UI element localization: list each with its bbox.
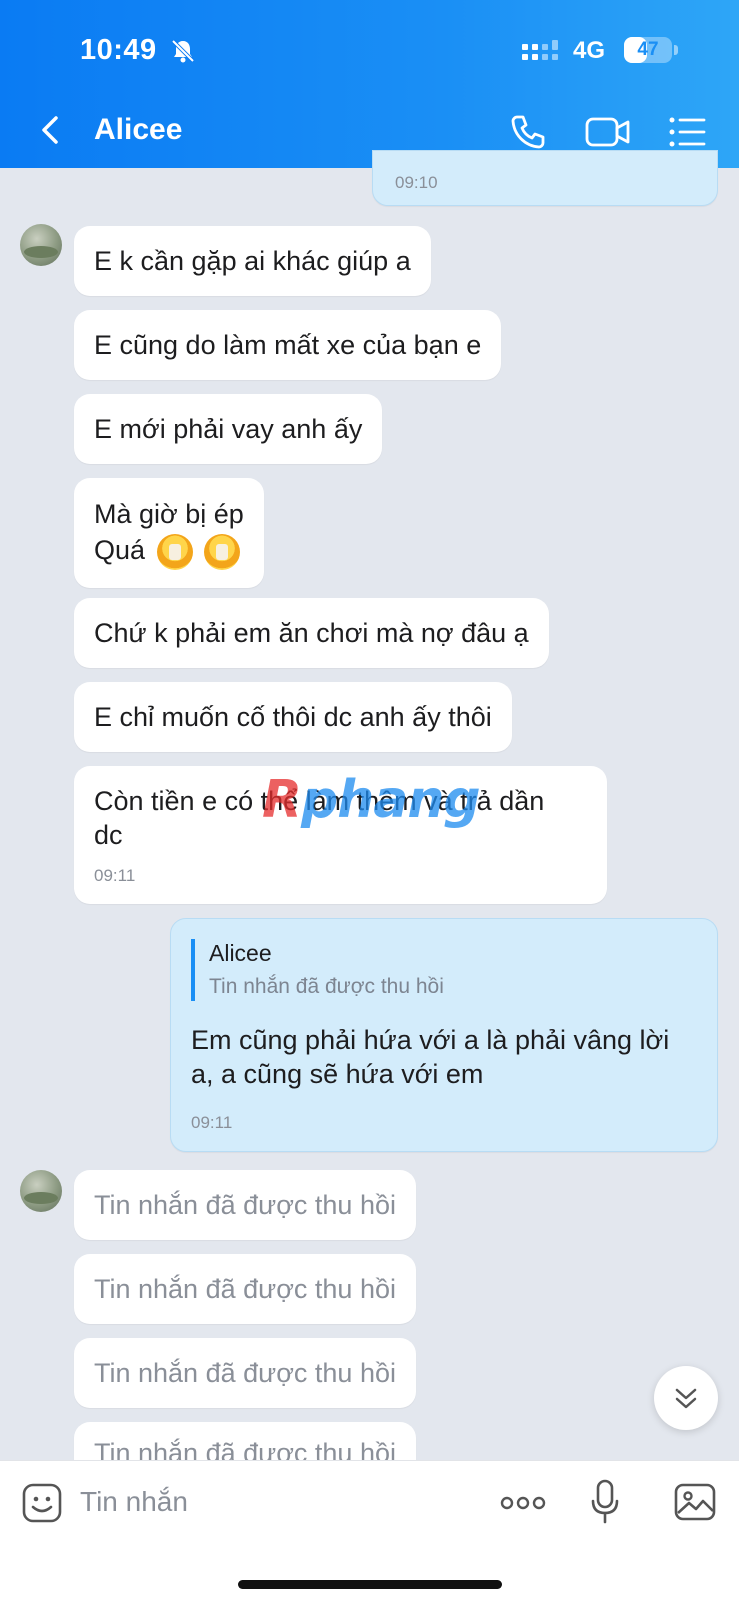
message-text: Tin nhắn đã được thu hồi [94,1190,396,1220]
message-text: E mới phải vay anh ấy [94,414,363,444]
message-text: Quá [94,535,146,565]
message-text: Tin nhắn đã được thu hồi [94,1438,396,1460]
message-input[interactable] [80,1477,460,1527]
phone-call-button[interactable] [508,112,548,152]
microphone-button[interactable] [590,1479,620,1525]
back-button[interactable] [34,110,68,150]
message-text: E cũng do làm mất xe của bạn e [94,330,482,360]
battery-icon: 47 [624,37,672,63]
double-chevron-down-icon [675,1388,697,1409]
contact-name[interactable]: Alicee [94,113,182,147]
sticker-button[interactable] [22,1483,62,1523]
watermark-logo: Rphang [262,770,481,830]
message-text: Em cũng phải hứa với a là phải vâng lời [191,1025,670,1055]
my-message-bubble[interactable]: 09:10 [372,150,718,206]
message-bubble[interactable]: E cũng do làm mất xe của bạn e [74,310,502,380]
recalled-message-bubble[interactable]: Tin nhắn đã được thu hồi [74,1338,416,1408]
more-options-button[interactable] [500,1495,546,1511]
recalled-message-bubble[interactable]: Tin nhắn đã được thu hồi [74,1254,416,1324]
message-text: Chứ k phải em ăn chơi mà nợ đâu ạ [94,618,529,648]
message-text: a, a cũng sẽ hứa với em [191,1059,484,1089]
bell-muted-icon [171,39,195,63]
image-picker-button[interactable] [674,1483,716,1521]
battery-percent: 47 [637,39,659,60]
avatar[interactable] [20,1170,62,1212]
message-bubble[interactable]: E chỉ muốn cố thôi dc anh ấy thôi [74,682,512,752]
message-timestamp: 09:11 [191,1113,233,1132]
video-call-button[interactable] [585,114,631,150]
chat-header: 10:49 4G 47 Alicee [0,0,739,168]
message-text: Tin nhắn đã được thu hồi [94,1358,396,1388]
recalled-message-bubble[interactable]: Tin nhắn đã được thu hồi [74,1170,416,1240]
message-bubble[interactable]: Chứ k phải em ăn chơi mà nợ đâu ạ [74,598,549,668]
battery-tip [674,45,678,55]
message-text: Tin nhắn đã được thu hồi [94,1274,396,1304]
message-text: Mà giờ bị ép [94,499,244,529]
message-bubble[interactable]: E mới phải vay anh ấy [74,394,383,464]
recalled-message-bubble[interactable]: Tin nhắn đã được thu hồi [74,1422,416,1460]
menu-list-button[interactable] [668,114,706,150]
quoted-sender: Alicee [209,940,272,966]
my-reply-bubble[interactable]: Alicee Tin nhắn đã được thu hồi Em cũng … [170,918,718,1152]
scroll-to-bottom-button[interactable] [654,1366,718,1430]
quoted-message[interactable]: Alicee Tin nhắn đã được thu hồi [191,939,697,1001]
message-text: E k cần gặp ai khác giúp a [94,246,411,276]
message-timestamp: 09:11 [94,866,136,885]
message-bubble[interactable]: Mà giờ bị ép Quá [74,478,264,588]
home-indicator [238,1580,502,1589]
message-composer [0,1460,739,1600]
crying-emoji-icon [204,533,241,570]
signal-icon [522,40,558,60]
message-timestamp: 09:10 [395,173,438,192]
crying-emoji-icon [156,533,193,570]
status-time: 10:49 [80,34,157,66]
message-text: E chỉ muốn cố thôi dc anh ấy thôi [94,702,492,732]
network-type: 4G [573,37,606,64]
quoted-text: Tin nhắn đã được thu hồi [209,975,444,998]
message-bubble[interactable]: E k cần gặp ai khác giúp a [74,226,431,296]
avatar[interactable] [20,224,62,266]
